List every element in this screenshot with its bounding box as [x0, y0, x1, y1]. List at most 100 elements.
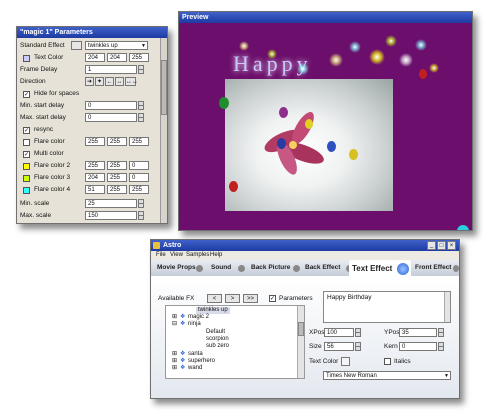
- flare-color-r[interactable]: 255: [85, 137, 105, 146]
- min-start-delay-stepper[interactable]: [138, 101, 144, 110]
- close-button[interactable]: ×: [447, 241, 456, 250]
- tab-back-picture[interactable]: Back Picture: [251, 261, 290, 275]
- flare-color-swatch[interactable]: [23, 139, 30, 146]
- tree-item[interactable]: santa: [188, 351, 203, 358]
- kern-stepper[interactable]: [438, 342, 444, 351]
- ypos-input[interactable]: 35: [399, 328, 437, 337]
- text-color-button[interactable]: [341, 357, 350, 366]
- flare-color-g[interactable]: 255: [107, 137, 127, 146]
- tree-expand-icon[interactable]: ⊞: [172, 351, 177, 358]
- flare-color-2-b[interactable]: 0: [129, 161, 149, 170]
- menu-file[interactable]: File: [156, 251, 166, 260]
- tab-front-effect[interactable]: Front Effect: [415, 261, 451, 275]
- standard-effect-button[interactable]: [71, 41, 82, 50]
- tree-item[interactable]: Default: [206, 329, 225, 336]
- tree-scroll-thumb[interactable]: [298, 322, 304, 336]
- menu-view[interactable]: View: [170, 251, 183, 260]
- frame-delay-stepper[interactable]: [138, 65, 144, 74]
- tree-item[interactable]: scorpion: [206, 336, 229, 343]
- flare-color-3-b[interactable]: 0: [129, 173, 149, 182]
- text-color-g[interactable]: 204: [107, 53, 127, 62]
- flare-color-4-label: Flare color 4: [34, 186, 71, 193]
- min-scale-input[interactable]: 25: [85, 199, 137, 208]
- resync-checkbox[interactable]: ✓: [23, 127, 30, 134]
- min-start-delay-label: Min. start delay: [20, 102, 65, 109]
- nav-next-button[interactable]: >: [225, 294, 240, 303]
- menu-help[interactable]: Help: [210, 251, 222, 260]
- sparkle: [297, 63, 309, 75]
- parameters-checkbox-label: Parameters: [279, 295, 313, 302]
- tree-item[interactable]: superhero: [188, 358, 215, 365]
- tab-sound[interactable]: Sound: [211, 261, 231, 275]
- flare-color-2-g[interactable]: 255: [107, 161, 127, 170]
- flare-color-3-r[interactable]: 204: [85, 173, 105, 182]
- direction-button-right[interactable]: ➜: [85, 77, 94, 86]
- xpos-stepper[interactable]: [355, 328, 361, 337]
- flare-color-4-swatch[interactable]: [23, 187, 30, 194]
- hide-spaces-checkbox[interactable]: ✓: [23, 91, 30, 98]
- direction-button-left[interactable]: ←: [105, 77, 114, 86]
- flare-color-4-g[interactable]: 255: [107, 185, 127, 194]
- flare-color-4-b[interactable]: 255: [129, 185, 149, 194]
- minimize-button[interactable]: _: [427, 241, 436, 250]
- direction-button-wide[interactable]: ↔↔: [125, 77, 138, 86]
- text-color-swatch[interactable]: [23, 55, 30, 62]
- italics-checkbox[interactable]: [384, 358, 391, 365]
- menu-samples[interactable]: Samples: [186, 251, 209, 260]
- parameters-checkbox[interactable]: ✓: [269, 295, 276, 302]
- text-color-r[interactable]: 204: [85, 53, 105, 62]
- tab-text-effect[interactable]: Text Effect: [352, 262, 392, 276]
- min-scale-stepper[interactable]: [138, 199, 144, 208]
- max-start-delay-stepper[interactable]: [138, 113, 144, 122]
- xpos-input[interactable]: 100: [324, 328, 354, 337]
- max-start-delay-input[interactable]: 0: [85, 113, 137, 122]
- multi-color-checkbox[interactable]: ✓: [23, 151, 30, 158]
- tree-item[interactable]: magic 2: [188, 314, 209, 321]
- tree-item-selected[interactable]: twinkles up: [196, 307, 230, 314]
- min-start-delay-input[interactable]: 0: [85, 101, 137, 110]
- frame-delay-input[interactable]: 1: [85, 65, 137, 74]
- tree-item[interactable]: sub zero: [206, 343, 229, 350]
- chevron-down-icon: ▼: [444, 373, 449, 379]
- parameters-scroll-thumb[interactable]: [161, 60, 167, 115]
- flare-color-3-swatch[interactable]: [23, 175, 30, 182]
- lily-flower: [255, 105, 333, 185]
- text-color-b[interactable]: 255: [129, 53, 149, 62]
- standard-effect-value: twinkles up: [88, 43, 118, 49]
- ypos-stepper[interactable]: [438, 328, 444, 337]
- standard-effect-select[interactable]: twinkles up ▼: [85, 41, 148, 50]
- parameters-scrollbar[interactable]: [160, 38, 167, 223]
- size-stepper[interactable]: [355, 342, 361, 351]
- nav-prev-button[interactable]: <: [207, 294, 222, 303]
- flare-color-2-r[interactable]: 255: [85, 161, 105, 170]
- kern-input[interactable]: 0: [399, 342, 437, 351]
- xpos-label: XPos: [309, 329, 325, 336]
- parameters-window: "magic 1" Parameters Standard Effect twi…: [16, 26, 168, 224]
- balloon: [219, 97, 229, 109]
- max-scale-input[interactable]: 150: [85, 211, 137, 220]
- font-select[interactable]: Times New Roman ▼: [323, 371, 451, 380]
- flare-color-b[interactable]: 255: [129, 137, 149, 146]
- tab-back-effect[interactable]: Back Effect: [305, 261, 340, 275]
- flare-color-3-g[interactable]: 255: [107, 173, 127, 182]
- text-input-area[interactable]: Happy Birthday: [323, 291, 451, 323]
- tree-expand-icon[interactable]: ⊞: [172, 358, 177, 365]
- flare-color-2-swatch[interactable]: [23, 163, 30, 170]
- maximize-button[interactable]: □: [437, 241, 446, 250]
- tree-expand-icon[interactable]: ⊞: [172, 365, 177, 372]
- tab-movie-props[interactable]: Movie Props: [157, 261, 196, 275]
- tree-scrollbar[interactable]: [297, 306, 304, 378]
- direction-button-both[interactable]: ↔: [115, 77, 124, 86]
- max-scale-stepper[interactable]: [138, 211, 144, 220]
- balloon: [277, 138, 286, 149]
- fx-tree[interactable]: twinkles up ⊞ ❖ magic 2 ⊟ ❖ ninja Defaul…: [165, 305, 305, 379]
- direction-button-star[interactable]: ✦: [95, 77, 104, 86]
- size-input[interactable]: 56: [324, 342, 354, 351]
- tree-item[interactable]: wand: [188, 365, 202, 372]
- tree-collapse-icon[interactable]: ⊟: [172, 321, 177, 328]
- tree-item[interactable]: ninja: [188, 321, 201, 328]
- tree-expand-icon[interactable]: ⊞: [172, 314, 177, 321]
- nav-last-button[interactable]: >>: [243, 294, 258, 303]
- text-scrollbar[interactable]: [444, 292, 450, 322]
- flare-color-4-r[interactable]: 51: [85, 185, 105, 194]
